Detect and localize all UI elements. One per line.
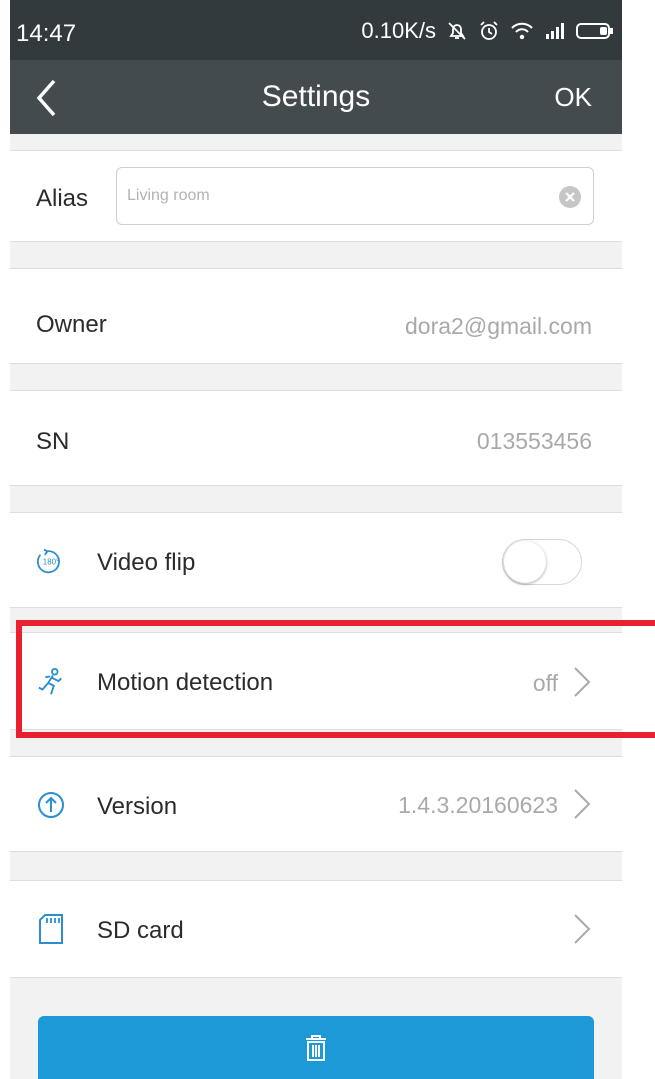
status-bar: 14:47 0.10K/s [10,0,622,60]
sn-label: SN [36,428,70,455]
sd-card-icon [36,914,66,944]
motion-detection-value: off [532,670,558,696]
toggle-knob [504,541,546,583]
chevron-right-icon [574,667,591,697]
sn-value: 013553456 [476,428,592,454]
trash-icon [306,1035,326,1061]
rotate-180-icon: 180° [36,546,66,576]
clear-icon[interactable] [559,186,581,208]
signal-icon [544,21,566,41]
svg-text:180°: 180° [43,558,59,567]
chevron-right-icon [574,914,591,944]
version-value: 1.4.3.20160623 [398,792,558,818]
status-time: 14:47 [16,20,77,47]
owner-value: dora2@gmail.com [405,313,592,339]
motion-detection-label: Motion detection [97,669,274,696]
video-flip-label: Video flip [97,549,196,576]
status-indicators: 0.10K/s [361,18,614,44]
battery-icon [576,21,614,41]
notification-muted-icon [446,20,468,42]
owner-row: Owner dora2@gmail.com [10,268,622,364]
motion-detection-row[interactable]: Motion detection off [10,632,622,730]
header-bar: Settings OK [10,60,622,134]
chevron-right-icon [574,789,591,819]
owner-label: Owner [36,311,107,338]
sd-card-row[interactable]: SD card [10,880,622,978]
alias-input[interactable] [127,168,547,224]
ok-button[interactable]: OK [554,82,592,113]
page-title: Settings [261,80,371,113]
settings-screen: 14:47 0.10K/s Settings OK Alias Living r… [10,0,622,1079]
wifi-icon [510,21,534,41]
alias-row: Alias [10,150,622,242]
running-person-icon [36,667,66,697]
sd-card-label: SD card [97,917,184,944]
version-label: Version [97,793,178,820]
alarm-icon [478,20,500,42]
network-speed: 0.10K/s [361,18,436,43]
delete-device-button[interactable] [38,1016,594,1079]
alias-label: Alias [36,185,89,212]
sn-row: SN 013553456 [10,390,622,486]
alias-field[interactable] [116,167,594,225]
video-flip-toggle[interactable] [502,539,582,585]
version-row[interactable]: Version 1.4.3.20160623 [10,756,622,852]
video-flip-row: 180° Video flip [10,512,622,608]
upload-arrow-icon [36,790,66,820]
